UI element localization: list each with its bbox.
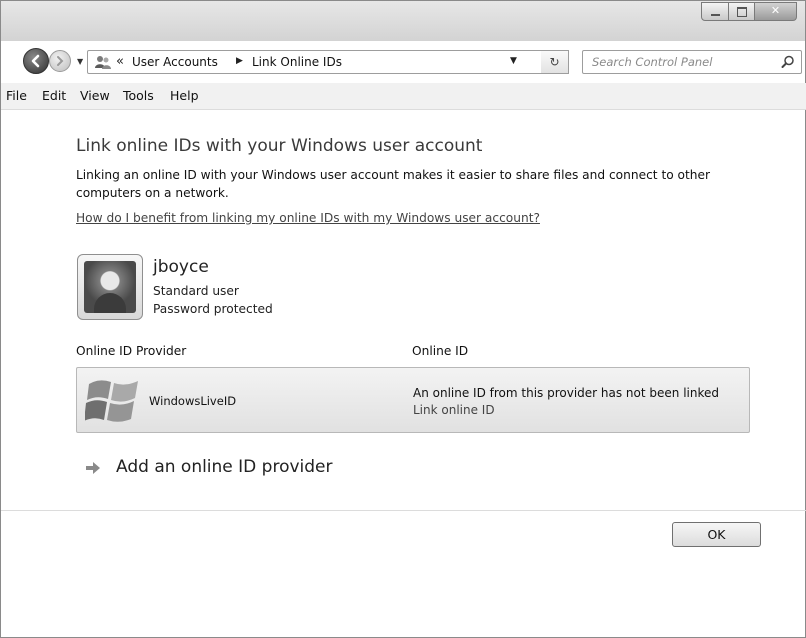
- user-type: Standard user: [153, 284, 239, 298]
- provider-status: An online ID from this provider has not …: [413, 386, 719, 400]
- forward-button[interactable]: [49, 50, 71, 72]
- title-bar: ✕: [1, 1, 805, 41]
- windows-logo-icon: [85, 380, 138, 422]
- page-title: Link online IDs with your Windows user a…: [76, 136, 483, 156]
- link-online-id-link[interactable]: Link online ID: [413, 403, 495, 417]
- recent-pages-dropdown[interactable]: ▼: [77, 57, 83, 66]
- menu-help[interactable]: Help: [170, 88, 199, 103]
- back-arrow-icon: [31, 54, 40, 68]
- add-provider-label: Add an online ID provider: [116, 457, 333, 477]
- back-button[interactable]: [23, 48, 49, 74]
- user-name: jboyce: [153, 257, 209, 277]
- help-link[interactable]: How do I benefit from linking my online …: [76, 211, 540, 225]
- forward-arrow-icon: [57, 56, 64, 66]
- page-description: Linking an online ID with your Windows u…: [76, 168, 711, 200]
- menu-view[interactable]: View: [80, 88, 110, 103]
- search-placeholder: Search Control Panel: [592, 55, 713, 69]
- search-input[interactable]: Search Control Panel: [582, 50, 802, 74]
- avatar: [77, 254, 143, 320]
- menu-tools[interactable]: Tools: [123, 88, 154, 103]
- ok-button[interactable]: OK: [672, 522, 761, 547]
- close-icon: ✕: [770, 4, 781, 17]
- breadcrumb-link-online-ids[interactable]: Link Online IDs: [252, 55, 342, 69]
- provider-row-windows-live[interactable]: WindowsLiveID An online ID from this pro…: [76, 367, 750, 433]
- arrow-right-icon: [86, 462, 100, 474]
- breadcrumb-separator-icon[interactable]: ▶: [236, 56, 243, 66]
- menu-file[interactable]: File: [6, 88, 27, 103]
- column-header-provider: Online ID Provider: [76, 344, 187, 358]
- control-panel-window: ✕ ▼ « User Accounts ▶ Link Online IDs ▼ …: [0, 0, 806, 638]
- breadcrumb-user-accounts[interactable]: User Accounts: [132, 55, 218, 69]
- refresh-button[interactable]: ↻: [541, 50, 569, 74]
- caption-buttons: ✕: [701, 2, 797, 21]
- maximize-button[interactable]: [729, 2, 755, 21]
- user-accounts-icon: [95, 56, 111, 69]
- column-header-online-id: Online ID: [412, 344, 469, 358]
- address-dropdown-icon[interactable]: ▼: [510, 56, 517, 66]
- user-password-status: Password protected: [153, 302, 273, 316]
- breadcrumb-overflow[interactable]: «: [116, 54, 124, 69]
- menu-bar: File Edit View Tools Help: [1, 83, 806, 110]
- close-button[interactable]: ✕: [755, 2, 797, 21]
- address-bar[interactable]: « User Accounts ▶ Link Online IDs ▼: [87, 50, 569, 74]
- user-photo: [84, 261, 136, 313]
- search-icon[interactable]: [781, 55, 795, 69]
- navigation-bar: ▼ « User Accounts ▶ Link Online IDs ▼ ↻ …: [1, 45, 806, 79]
- menu-edit[interactable]: Edit: [42, 88, 66, 103]
- minimize-button[interactable]: [701, 2, 729, 21]
- footer-divider: [1, 510, 806, 511]
- main-content: Link online IDs with your Windows user a…: [1, 110, 806, 510]
- provider-name: WindowsLiveID: [149, 394, 237, 408]
